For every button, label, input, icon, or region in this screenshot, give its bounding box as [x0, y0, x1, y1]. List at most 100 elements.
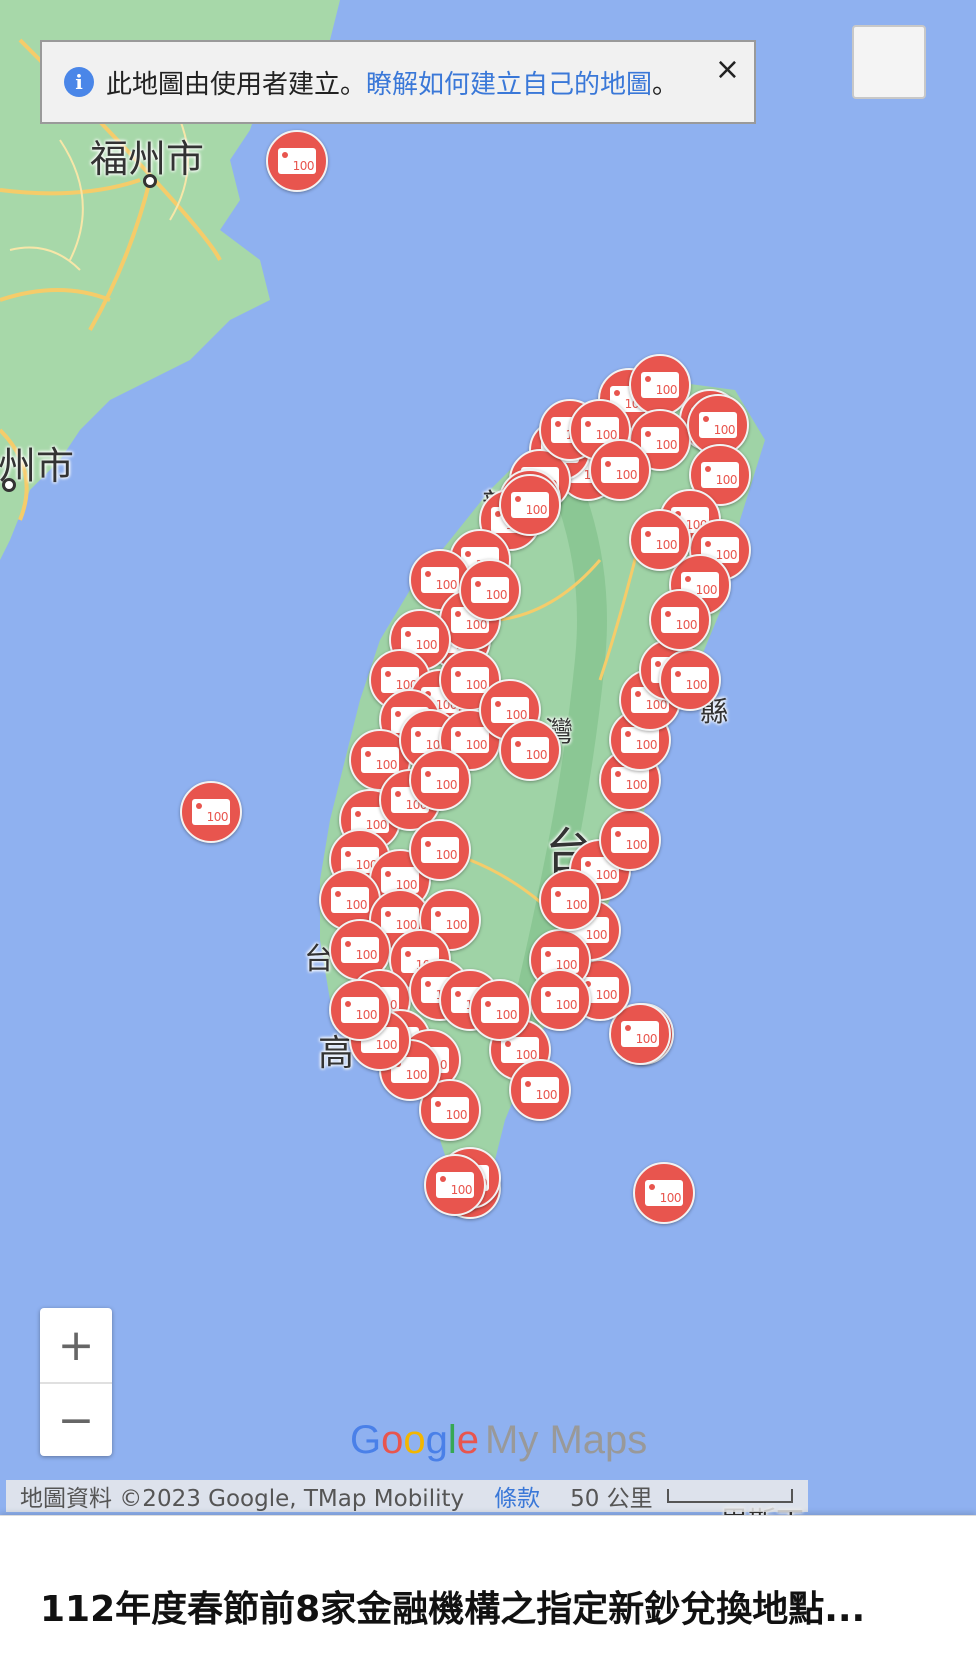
- banknote-icon: 100: [551, 887, 589, 913]
- attribution-bar: 地圖資料 ©2023 Google, TMap Mobility 條款 50 公…: [6, 1480, 808, 1512]
- close-icon[interactable]: ×: [715, 52, 740, 87]
- zoom-out-button[interactable]: −: [40, 1382, 112, 1456]
- location-marker[interactable]: 100: [589, 439, 651, 501]
- banknote-icon: 100: [645, 1180, 683, 1206]
- marker-label: 100: [655, 383, 678, 397]
- location-marker[interactable]: 100: [509, 1059, 571, 1121]
- marker-label: 100: [435, 778, 458, 792]
- notice-suffix: 。: [652, 69, 679, 100]
- banknote-icon: 100: [661, 607, 699, 633]
- location-marker[interactable]: 100: [409, 749, 471, 811]
- banknote-icon: 100: [641, 372, 679, 398]
- banknote-icon: 100: [278, 148, 316, 174]
- marker-label: 100: [655, 438, 678, 452]
- marker-label: 100: [585, 928, 608, 942]
- location-marker[interactable]: 100: [329, 979, 391, 1041]
- fullscreen-button[interactable]: [852, 25, 926, 99]
- banknote-icon: 100: [451, 667, 489, 693]
- location-marker[interactable]: 100: [459, 559, 521, 621]
- banknote-icon: 100: [611, 827, 649, 853]
- banknote-icon: 100: [431, 1097, 469, 1123]
- map-title: 112年度春節前8家金融機構之指定新鈔兌換地點...: [40, 1589, 866, 1630]
- banknote-icon: 100: [699, 412, 737, 438]
- marker-label: 100: [625, 838, 648, 852]
- learn-more-link[interactable]: 瞭解如何建立自己的地圖: [366, 64, 652, 101]
- location-marker[interactable]: 100: [659, 649, 721, 711]
- location-marker[interactable]: 100: [539, 869, 601, 931]
- user-created-notice: i 此地圖由使用者建立。 瞭解如何建立自己的地圖 。 ×: [40, 40, 756, 124]
- location-marker[interactable]: 100: [633, 1162, 695, 1224]
- location-marker[interactable]: 100: [649, 589, 711, 651]
- location-marker[interactable]: 100: [599, 809, 661, 871]
- banknote-icon: 100: [671, 667, 709, 693]
- marker-label: 100: [565, 898, 588, 912]
- google-my-maps-logo: Google My Maps: [350, 1418, 648, 1462]
- marker-label: 100: [635, 1032, 658, 1046]
- terms-link[interactable]: 條款: [494, 1479, 540, 1513]
- marker-label: 100: [465, 678, 488, 692]
- banknote-icon: 100: [621, 1021, 659, 1047]
- banknote-icon: 100: [641, 427, 679, 453]
- banknote-icon: 100: [621, 727, 659, 753]
- banknote-icon: 100: [541, 987, 579, 1013]
- location-marker[interactable]: 100: [266, 130, 328, 192]
- zoom-control: + −: [40, 1308, 112, 1456]
- marker-label: 100: [485, 588, 508, 602]
- scale-label: 50 公里: [570, 1486, 653, 1512]
- banknote-icon: 100: [471, 577, 509, 603]
- marker-label: 100: [450, 1183, 473, 1197]
- marker-label: 100: [525, 748, 548, 762]
- location-marker[interactable]: 100: [409, 819, 471, 881]
- marker-label: 100: [535, 1088, 558, 1102]
- banknote-icon: 100: [521, 1077, 559, 1103]
- marker-label: 100: [415, 638, 438, 652]
- marker-label: 100: [355, 1008, 378, 1022]
- city-dot-fuzhou: [143, 174, 157, 188]
- location-marker[interactable]: 100: [424, 1154, 486, 1216]
- scale-bar: [666, 1489, 793, 1503]
- location-marker[interactable]: 100: [180, 781, 242, 843]
- location-marker[interactable]: 100: [629, 509, 691, 571]
- marker-label: 100: [595, 988, 618, 1002]
- banknote-icon: 100: [421, 567, 459, 593]
- marker-label: 100: [525, 503, 548, 517]
- banknote-icon: 100: [701, 462, 739, 488]
- map-data-credit: 地圖資料 ©2023 Google, TMap Mobility: [20, 1486, 465, 1512]
- marker-label: 100: [206, 810, 229, 824]
- location-marker[interactable]: 100: [499, 474, 561, 536]
- marker-label: 100: [595, 868, 618, 882]
- info-icon: i: [64, 67, 94, 97]
- marker-label: 100: [435, 848, 458, 862]
- marker-label: 100: [355, 948, 378, 962]
- marker-label: 100: [685, 678, 708, 692]
- marker-label: 100: [713, 423, 736, 437]
- map-canvas[interactable]: 福州市 州市 新 灣 台 市 台 高 花 縣 里斯丁 1001001001001…: [0, 0, 976, 1515]
- marker-label: 100: [495, 1008, 518, 1022]
- banknote-icon: 100: [511, 737, 549, 763]
- marker-label: 100: [375, 1038, 398, 1052]
- banknote-icon: 100: [431, 907, 469, 933]
- marker-label: 100: [375, 758, 398, 772]
- banknote-icon: 100: [341, 997, 379, 1023]
- map-title-panel[interactable]: 112年度春節前8家金融機構之指定新鈔兌換地點...: [0, 1515, 976, 1678]
- banknote-icon: 100: [331, 887, 369, 913]
- marker-label: 100: [615, 468, 638, 482]
- marker-label: 100: [555, 998, 578, 1012]
- banknote-icon: 100: [481, 997, 519, 1023]
- banknote-icon: 100: [192, 799, 230, 825]
- marker-label: 100: [292, 159, 315, 173]
- marker-label: 100: [435, 578, 458, 592]
- location-marker[interactable]: 100: [529, 969, 591, 1031]
- marker-label: 100: [675, 618, 698, 632]
- marker-label: 100: [445, 918, 468, 932]
- zoom-in-button[interactable]: +: [40, 1308, 112, 1382]
- banknote-icon: 100: [611, 767, 649, 793]
- marker-label: 100: [635, 738, 658, 752]
- banknote-icon: 100: [421, 767, 459, 793]
- marker-label: 100: [405, 1068, 428, 1082]
- notice-text: 此地圖由使用者建立。: [106, 69, 367, 100]
- location-marker[interactable]: 100: [499, 719, 561, 781]
- marker-label: 100: [625, 778, 648, 792]
- banknote-icon: 100: [511, 492, 549, 518]
- location-marker[interactable]: 100: [469, 979, 531, 1041]
